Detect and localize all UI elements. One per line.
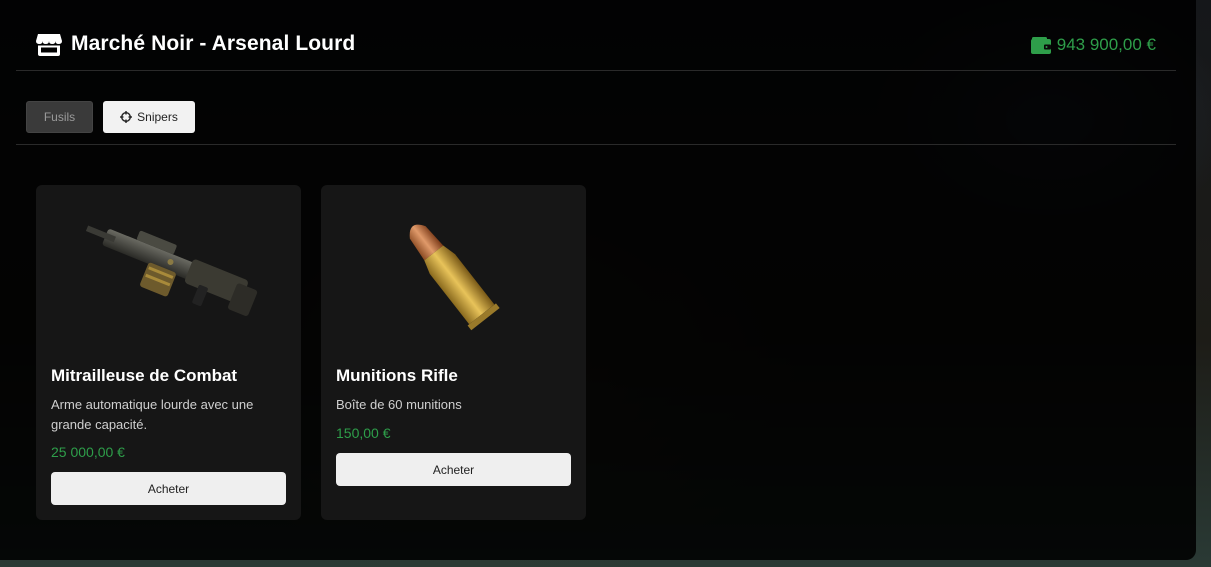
product-card: Mitrailleuse de Combat Arme automatique … [36, 185, 301, 520]
buy-button[interactable]: Acheter [51, 472, 286, 505]
shop-panel: Marché Noir - Arsenal Lourd 943 900,00 €… [0, 0, 1196, 560]
tab-label: Fusils [43, 110, 76, 124]
tab-fusils[interactable]: Fusils [26, 101, 93, 133]
store-icon [36, 34, 62, 56]
product-price: 150,00 € [336, 425, 391, 441]
category-tabs: Fusils Snipers [16, 71, 1176, 145]
tab-snipers[interactable]: Snipers [103, 101, 195, 133]
tab-label: Snipers [137, 110, 178, 124]
product-description: Boîte de 60 munitions [336, 397, 462, 412]
balance-group: 943 900,00 € [1030, 35, 1156, 55]
product-name: Munitions Rifle [336, 366, 458, 385]
product-name: Mitrailleuse de Combat [51, 366, 238, 385]
shop-header: Marché Noir - Arsenal Lourd 943 900,00 € [16, 20, 1176, 71]
title-group: Marché Noir - Arsenal Lourd [36, 32, 355, 56]
product-card: Munitions Rifle Boîte de 60 munitions 15… [321, 185, 586, 520]
buy-button[interactable]: Acheter [336, 453, 571, 486]
product-price: 25 000,00 € [51, 444, 125, 460]
wallet-icon [1030, 36, 1051, 54]
crosshair-icon [120, 111, 133, 123]
rifle-bullet-image [409, 224, 500, 331]
balance-amount: 943 900,00 € [1056, 35, 1156, 54]
page-title: Marché Noir - Arsenal Lourd [71, 32, 356, 55]
product-description: Arme automatique lourde avec une grande … [51, 397, 254, 432]
machine-gun-image [85, 225, 258, 316]
